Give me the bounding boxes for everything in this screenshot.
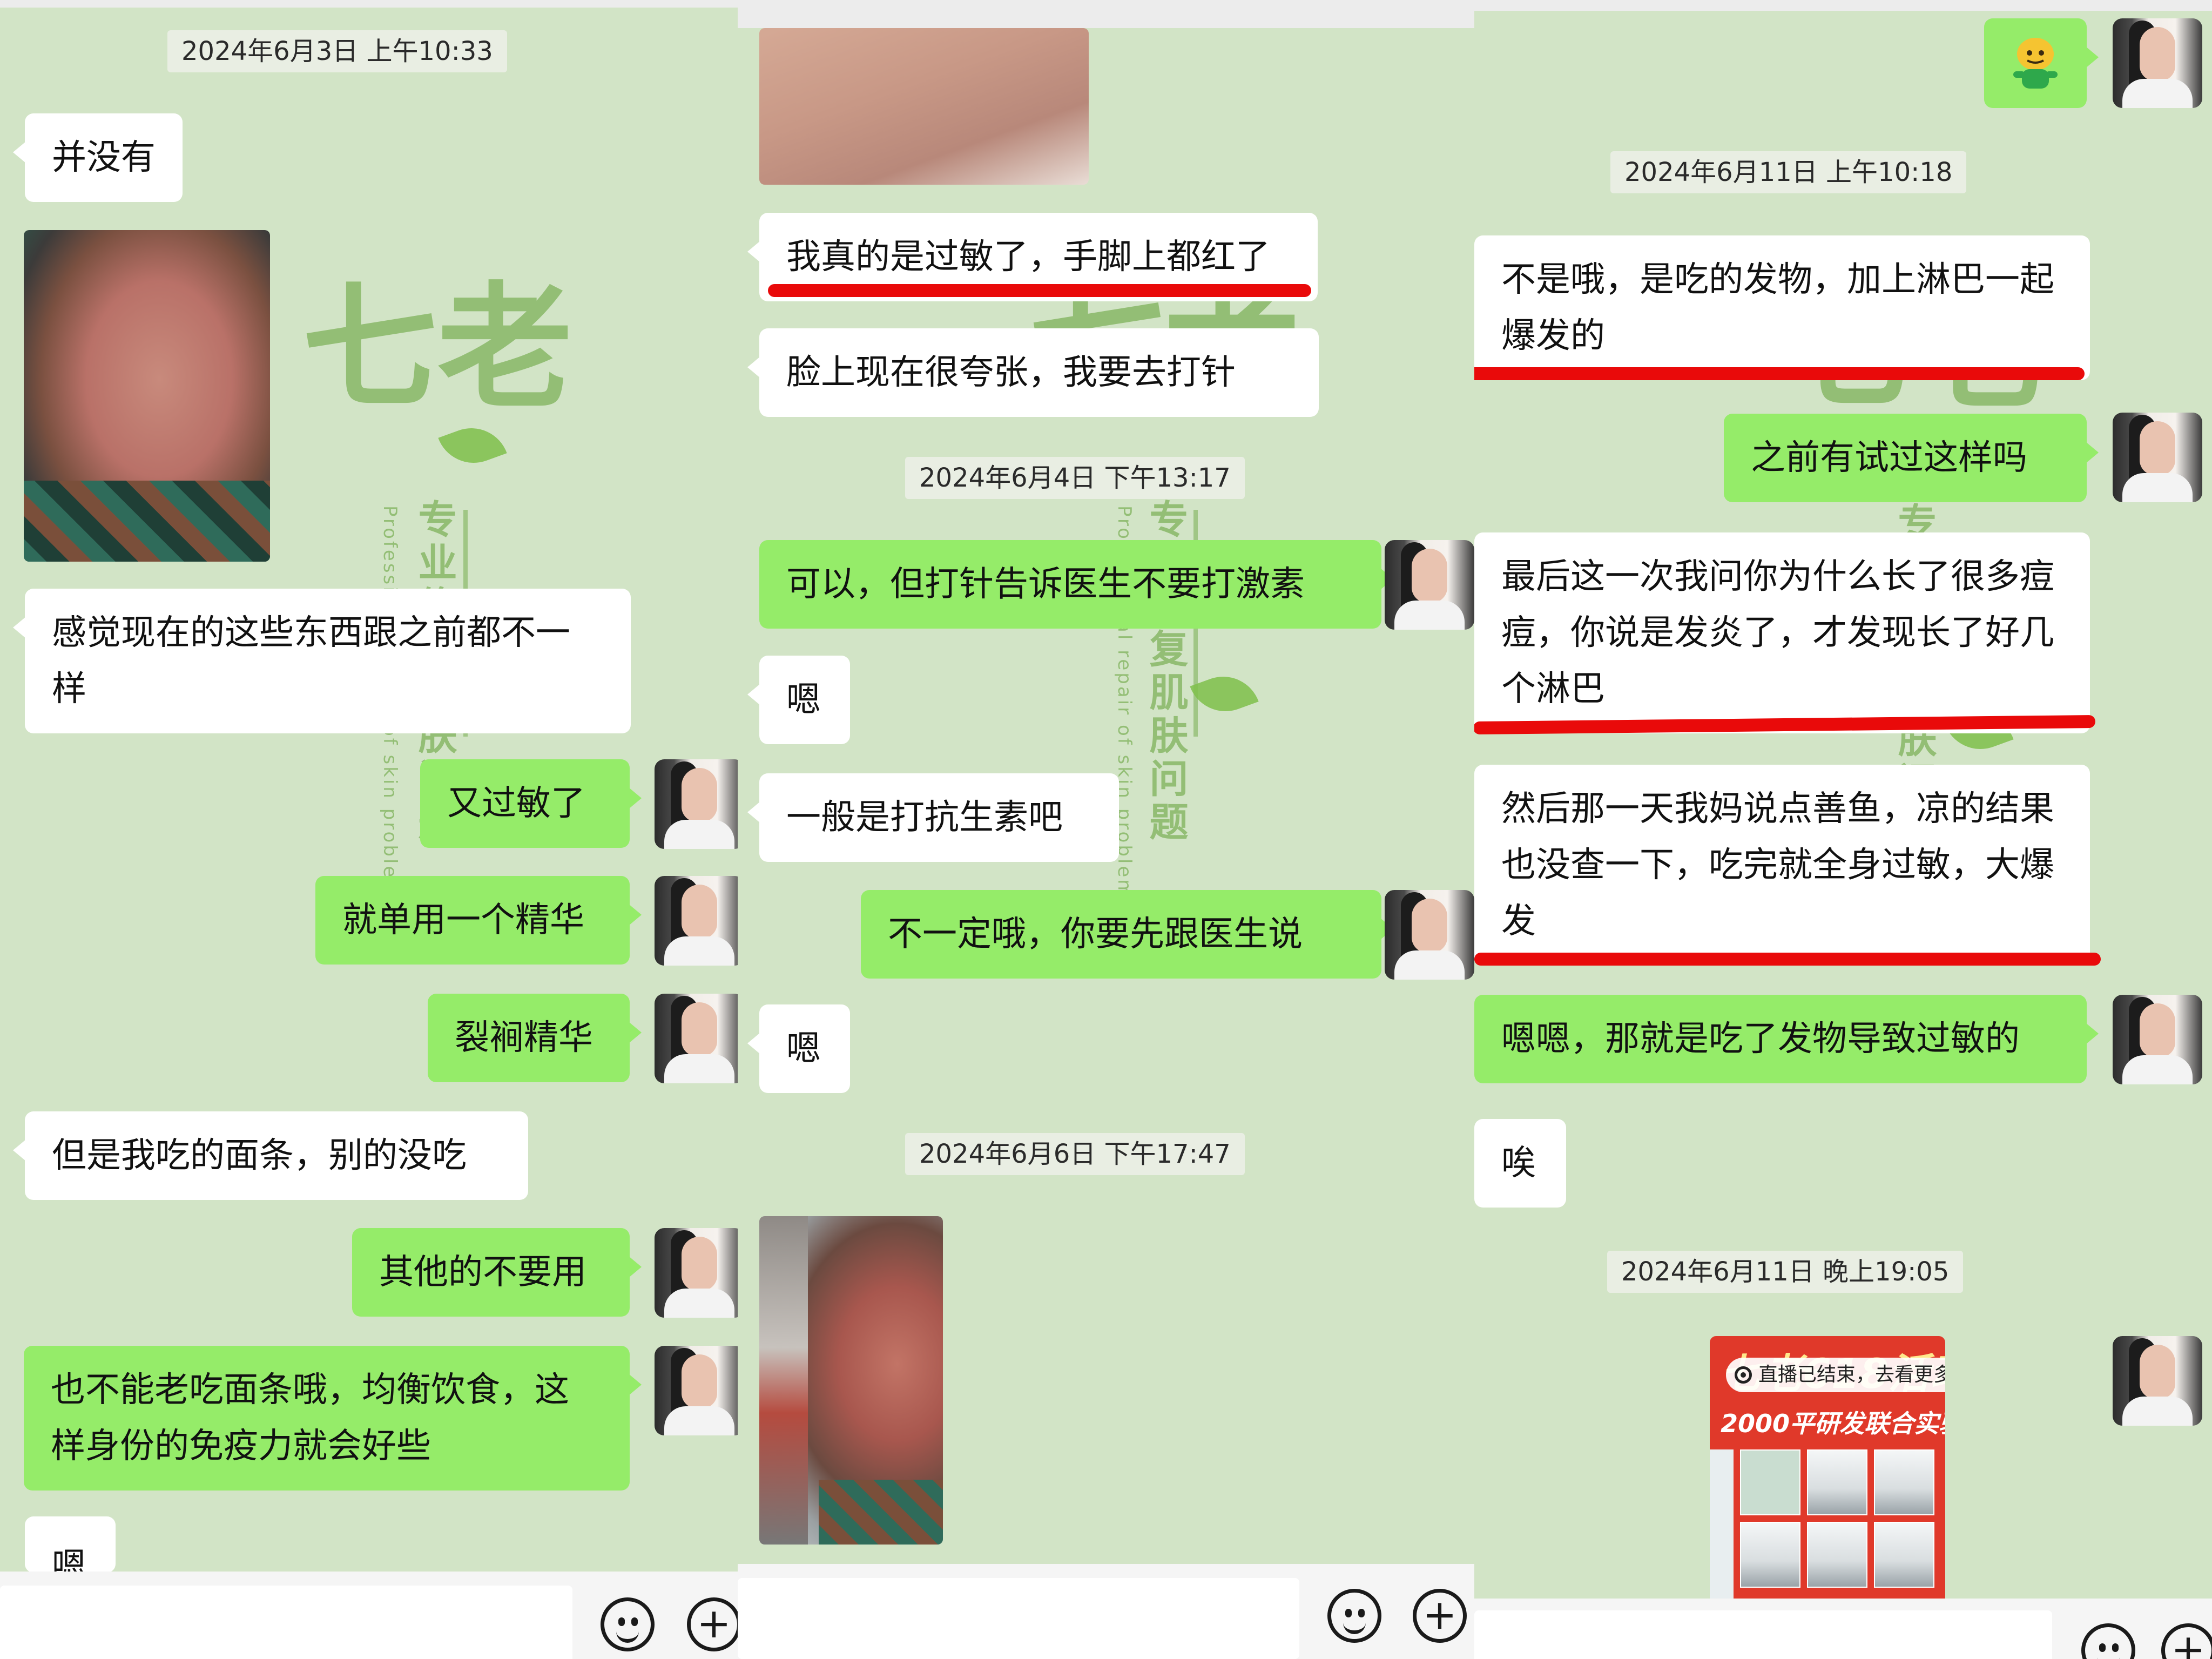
message-incoming[interactable]: 嗯 [747,656,850,744]
message-incoming[interactable]: 一般是打抗生素吧 [747,773,1119,862]
watermark-leaf-icon [1190,666,1259,722]
livestream-status-text: 直播已结束，去看更多 [1758,1364,1945,1386]
timestamp: 2024年6月11日 上午10:18 [1610,151,1967,193]
message-outgoing[interactable]: 就单用一个精华 [315,876,642,965]
watermark-logo: 七老 [302,269,572,427]
lab-photo [1740,1522,1800,1588]
livestream-photo-grid [1740,1449,1934,1588]
agent-avatar[interactable] [655,1228,738,1318]
lab-photo [1874,1522,1934,1588]
lab-photo [1740,1449,1800,1515]
message-outgoing[interactable]: 嗯嗯，那就是吃了发物导致过敏的 [1474,995,2099,1083]
timestamp: 2024年6月11日 晚上19:05 [1607,1251,1964,1293]
emoji-icon[interactable] [601,1597,655,1651]
emoji-icon[interactable] [1327,1589,1381,1643]
timestamp: 2024年6月4日 下午13:17 [905,457,1245,499]
chat-panel-2: 七老 Professional repair of skin problems … [738,0,1474,1659]
message-outgoing[interactable]: 之前有试过这样吗 [1724,414,2099,502]
watermark-leaf-icon [438,417,507,474]
highlight-underline [768,284,1311,297]
message-incoming[interactable]: 嗯 [747,1004,850,1093]
input-bar: + [0,1572,738,1659]
agent-avatar[interactable] [2113,18,2202,108]
agent-avatar[interactable] [1385,890,1474,980]
agent-avatar[interactable] [655,994,738,1083]
agent-avatar[interactable] [2113,995,2202,1084]
input-bar: + [1474,1599,2212,1659]
message-outgoing[interactable]: 其他的不要用 [352,1228,642,1317]
window-top-strip [1474,0,2212,11]
agent-avatar[interactable] [655,876,738,966]
message-input[interactable] [1474,1610,2052,1659]
live-ended-icon [1735,1366,1752,1384]
message-outgoing-sticker[interactable] [1984,18,2099,108]
agent-avatar[interactable] [1385,540,1474,630]
timestamp: 2024年6月3日 上午10:33 [167,30,507,72]
message-incoming[interactable]: 脸上现在很夸张，我要去打针 [747,328,1319,417]
chat-panel-1: 七老 Professional repair of skin problems … [0,0,738,1659]
message-input[interactable] [0,1586,572,1659]
photo-background-shelf [759,1216,808,1545]
face-photo-attachment[interactable] [24,230,270,562]
lab-photo [1807,1449,1867,1515]
message-incoming[interactable]: 嗯 [25,1516,116,1573]
message-incoming[interactable]: 唉 [1474,1119,1566,1208]
message-outgoing[interactable]: 也不能老吃面条哦，均衡饮食，这样身份的免疫力就会好些 [24,1346,642,1491]
agent-avatar[interactable] [2113,413,2202,502]
message-incoming[interactable]: 最后这一次我问你为什么长了很多痘痘，你说是发炎了，才发现长了好几个淋巴 [1474,532,2090,733]
message-outgoing[interactable]: 裂裥精华 [428,994,642,1082]
plus-icon[interactable]: + [1413,1589,1467,1643]
photo-clothing-pattern [24,481,270,562]
message-incoming[interactable]: 并没有 [13,113,183,202]
lab-photo [1807,1522,1867,1588]
message-incoming[interactable]: 不是哦，是吃的发物，加上淋巴一起爆发的 [1474,235,2090,380]
plus-icon[interactable]: + [687,1597,738,1651]
message-input[interactable] [738,1578,1299,1659]
livestream-subtitle: 2000平研发联合实验室参观直播 [1721,1409,1945,1438]
message-incoming[interactable]: 然后那一天我妈说点善鱼，凉的结果也没查一下，吃完就全身过敏，大爆发 [1474,765,2090,966]
hand-photo-attachment[interactable] [759,28,1089,185]
message-outgoing[interactable]: 又过敏了 [420,759,642,848]
agent-avatar[interactable] [2113,1336,2202,1426]
highlight-underline [1474,367,2085,380]
photo-clothing-pattern [819,1480,943,1545]
lab-photo [1874,1449,1934,1515]
input-bar: + [738,1564,1474,1659]
highlight-underline [1474,953,2101,966]
message-outgoing[interactable]: 不一定哦，你要先跟医生说 [861,890,1393,979]
message-incoming[interactable]: 感觉现在的这些东西跟之前都不一样 [13,589,631,733]
agent-avatar[interactable] [655,759,738,849]
chat-panel-3: 七老 专业修复肌肤问题 2024年6月11日 上午10:18 不是哦，是吃的发物… [1474,0,2212,1659]
livestream-status-badge[interactable]: 直播已结束，去看更多 [1726,1358,1945,1392]
timestamp: 2024年6月6日 下午17:47 [905,1133,1245,1175]
message-outgoing[interactable]: 可以，但打针告诉医生不要打激素 [759,540,1393,629]
window-top-strip [738,0,1474,28]
message-incoming[interactable]: 但是我吃的面条，别的没吃 [13,1111,528,1200]
emoji-icon[interactable] [2081,1623,2135,1659]
cheek-photo-attachment[interactable] [759,1216,943,1545]
window-top-strip [0,0,738,8]
agent-avatar[interactable] [655,1346,738,1435]
sticker-icon [2013,38,2058,89]
plus-icon[interactable]: + [2161,1623,2212,1659]
